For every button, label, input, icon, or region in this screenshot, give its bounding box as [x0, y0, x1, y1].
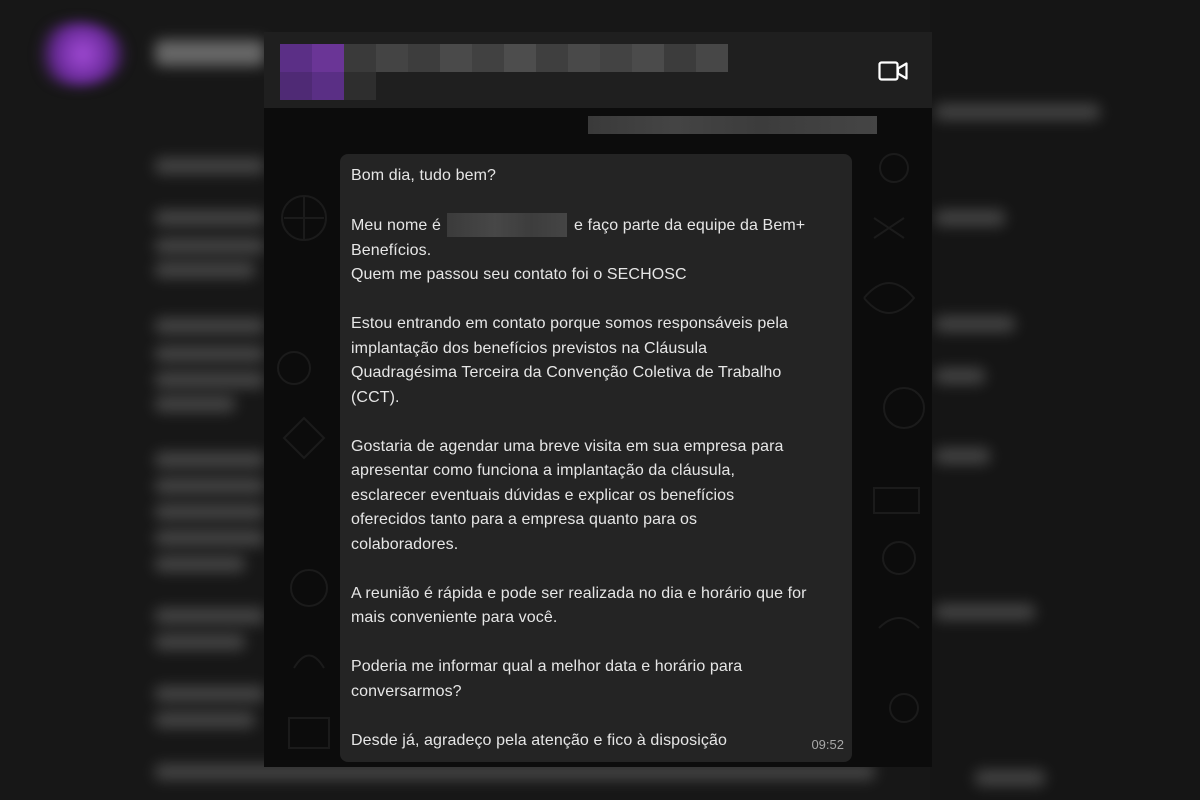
- message-line: implantação dos benefícios previstos na …: [351, 339, 708, 357]
- intro-text: Meu nome é: [351, 217, 441, 234]
- background-text-line: [155, 210, 265, 226]
- background-text-line: [155, 556, 245, 572]
- background-text-line: [935, 448, 990, 464]
- chat-header[interactable]: [264, 32, 932, 108]
- message-line: conversarmos?: [351, 682, 462, 700]
- background-text-line: [155, 530, 265, 546]
- message-line: Meu nome é e faço parte da equipe da Bem…: [351, 213, 846, 239]
- message-timestamp: 09:52: [811, 737, 844, 752]
- message-line: apresentar como funciona a implantação d…: [351, 462, 735, 479]
- background-text-line: [155, 686, 265, 702]
- message-line: esclarecer eventuais dúvidas e explicar …: [351, 486, 735, 504]
- redacted-header-info: [588, 116, 877, 134]
- background-text-line: [155, 346, 265, 362]
- background-text-line: [155, 504, 265, 520]
- message-line: mais conveniente para você.: [351, 609, 558, 626]
- background-side-panel: [930, 0, 1200, 800]
- background-text-line: [935, 368, 985, 384]
- background-text-line: [935, 316, 1015, 332]
- message-line: Benefícios.: [351, 241, 432, 259]
- background-text-line: [935, 104, 1100, 120]
- background-text-line: [155, 712, 255, 728]
- redacted-name: [447, 213, 568, 237]
- redacted-contact-name: [280, 44, 728, 72]
- video-call-icon[interactable]: [878, 60, 908, 82]
- message-line: Gostaria de agendar uma breve visita em …: [351, 437, 784, 455]
- message-line: A reunião é rápida e pode ser realizada …: [351, 584, 807, 602]
- message-line: colaboradores.: [351, 535, 459, 553]
- background-text-line: [155, 478, 265, 494]
- background-avatar: [30, 22, 126, 86]
- message-line: (CCT).: [351, 388, 400, 406]
- chat-window: Bom dia, tudo bem? Meu nome é e faço par…: [264, 32, 932, 767]
- background-text-line: [155, 158, 265, 174]
- message-line: Quadragésima Terceira da Convenção Colet…: [351, 364, 782, 381]
- message-line: Quem me passou seu contato foi o SECHOSC: [351, 266, 687, 283]
- background-text-line: [155, 372, 265, 388]
- intro-text: e faço parte da equipe da Bem+: [574, 217, 806, 234]
- background-text-line: [155, 634, 245, 650]
- background-text-line: [155, 452, 265, 468]
- message-line: Estou entrando em contato porque somos r…: [351, 315, 788, 332]
- background-text-line: [155, 396, 235, 412]
- background-text-line: [935, 210, 1005, 226]
- message-line: oferecidos tanto para a empresa quanto p…: [351, 511, 698, 528]
- background-text-line: [155, 262, 255, 278]
- message-bubble[interactable]: Bom dia, tudo bem? Meu nome é e faço par…: [340, 154, 852, 762]
- background-text-line: [155, 238, 265, 254]
- message-line: Desde já, agradeço pela atenção e fico à…: [351, 731, 728, 749]
- background-text-line: [155, 608, 265, 624]
- message-text: Bom dia, tudo bem? Meu nome é e faço par…: [351, 164, 846, 753]
- background-text-line: [155, 318, 265, 334]
- background-text-line: [935, 604, 1035, 620]
- message-line: Poderia me informar qual a melhor data e…: [351, 658, 743, 675]
- background-header-text: [155, 40, 265, 66]
- redacted-contact-status: [280, 72, 376, 100]
- background-text-line: [975, 770, 1045, 786]
- message-line: Bom dia, tudo bem?: [351, 167, 496, 184]
